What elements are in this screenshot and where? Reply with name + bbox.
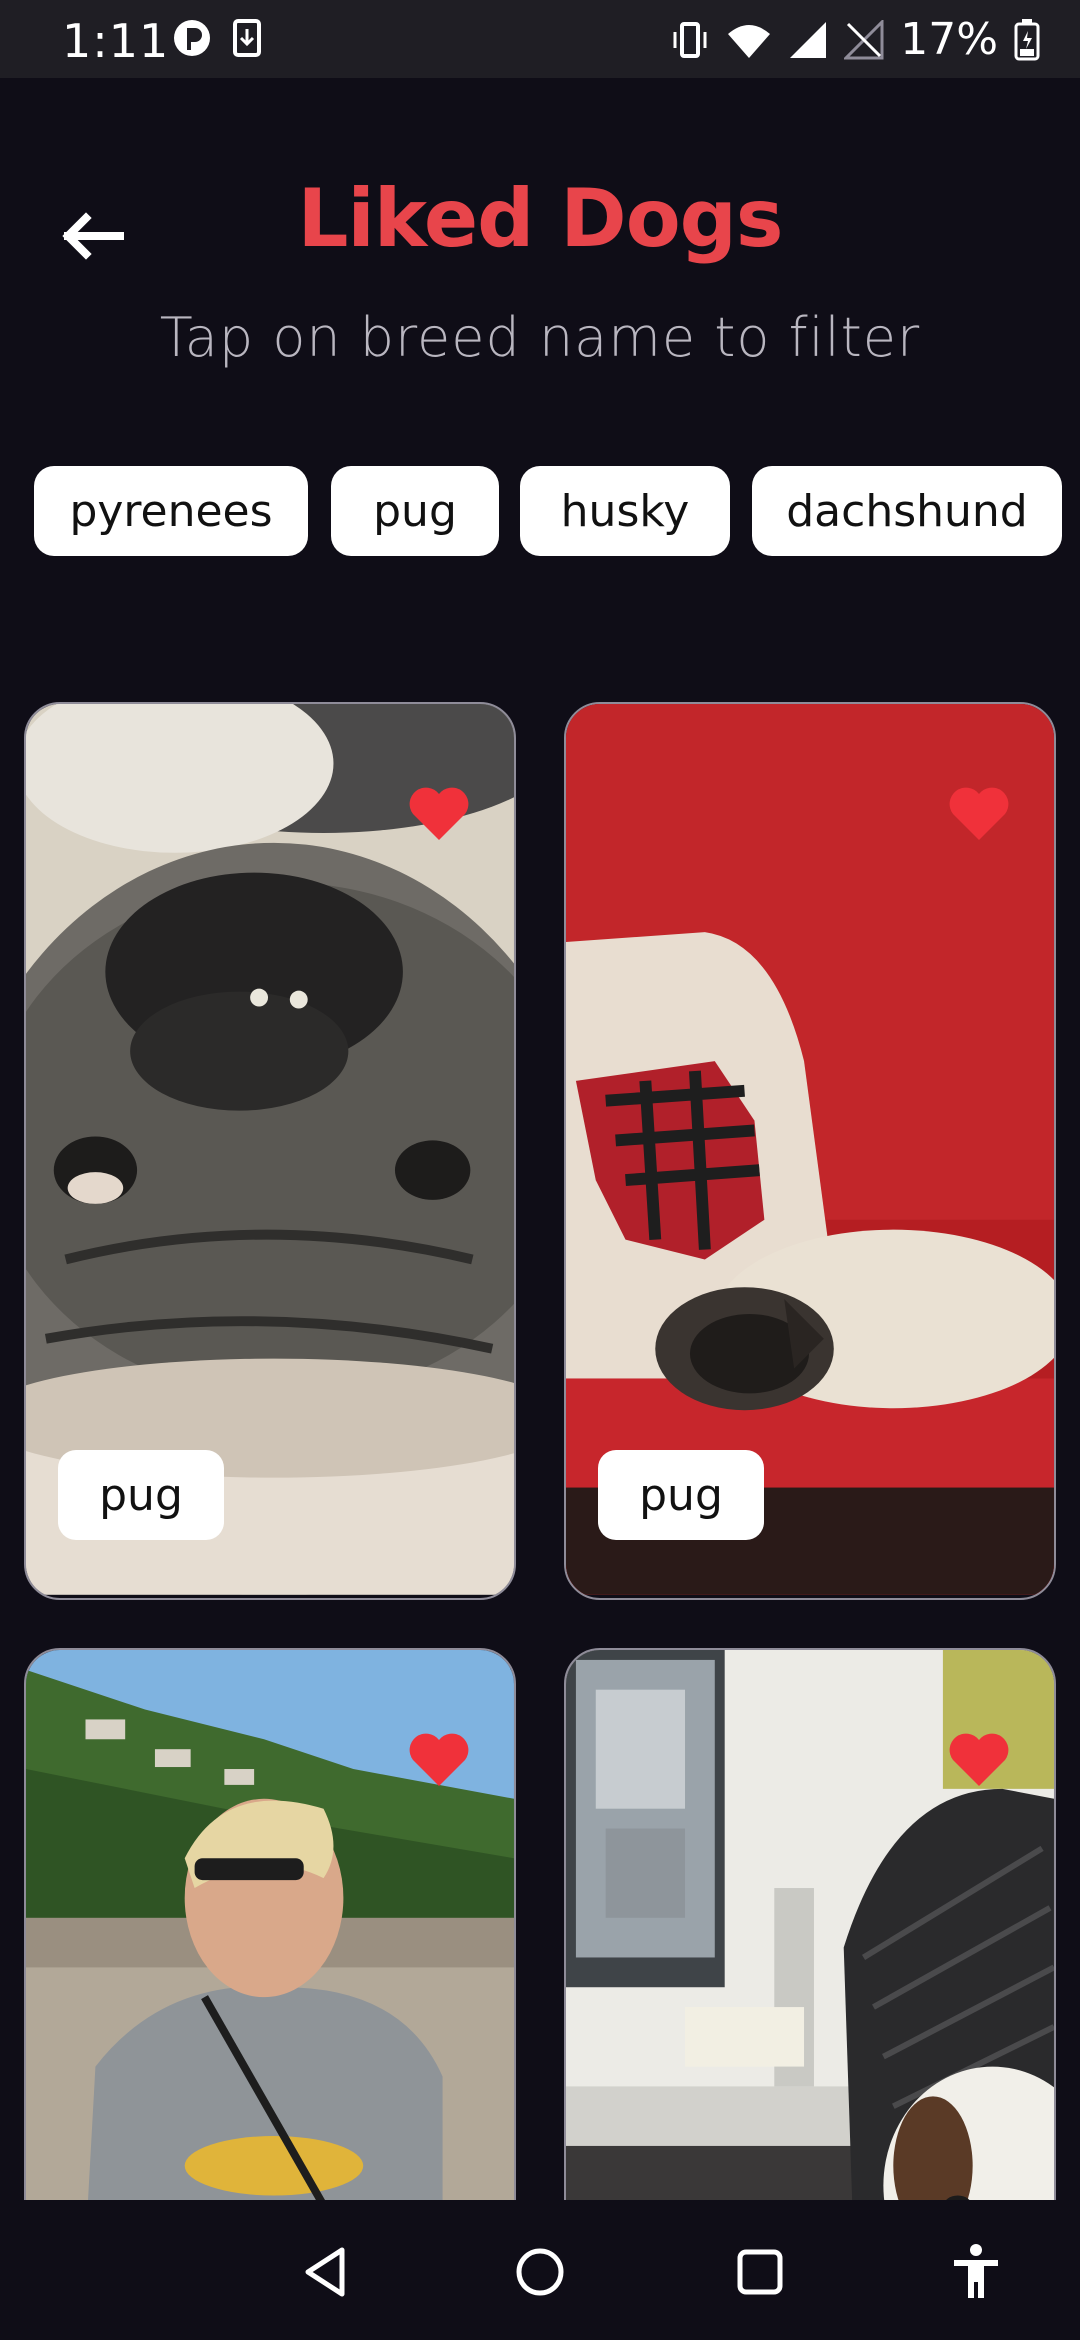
breed-filter-chips[interactable]: pyrenees pug husky dachshund	[34, 466, 1080, 556]
nav-home-icon[interactable]	[508, 2240, 572, 2304]
heart-icon[interactable]	[408, 786, 470, 842]
page-title: Liked Dogs	[297, 172, 783, 265]
wifi-icon	[728, 24, 771, 58]
card-breed-label[interactable]: pug	[598, 1450, 764, 1540]
nav-recents-icon[interactable]	[728, 2240, 792, 2304]
battery-icon	[1014, 18, 1040, 60]
heart-icon[interactable]	[948, 786, 1010, 842]
status-bar: 1:11 17%	[0, 0, 1080, 78]
filter-chip-dachshund[interactable]: dachshund	[752, 466, 1062, 556]
filter-chip-husky[interactable]: husky	[520, 466, 730, 556]
cell-signal-icon	[790, 21, 827, 58]
dog-card[interactable]	[24, 1648, 516, 2248]
accessibility-icon[interactable]	[944, 2240, 1008, 2304]
battery-percent: 17%	[900, 14, 998, 65]
status-time: 1:11	[62, 14, 170, 68]
dog-card[interactable]	[564, 1648, 1056, 2248]
vibrate-icon	[673, 21, 707, 58]
download-icon	[233, 19, 261, 57]
card-breed-label[interactable]: pug	[58, 1450, 224, 1540]
liked-dogs-screen: 1:11 17% Liked Dogs Tap on breed name to…	[0, 0, 1080, 2340]
app-notification-icon	[174, 20, 210, 56]
system-nav-bar	[0, 2200, 1080, 2340]
nav-back-icon[interactable]	[294, 2240, 358, 2304]
dog-card[interactable]: pug	[564, 702, 1056, 1600]
heart-icon[interactable]	[948, 1732, 1010, 1788]
filter-chip-pyrenees[interactable]: pyrenees	[34, 466, 308, 556]
page-subtitle: Tap on breed name to filter	[159, 306, 921, 369]
no-sim-icon	[844, 19, 884, 59]
dog-card[interactable]: pug	[24, 702, 516, 1600]
heart-icon[interactable]	[408, 1732, 470, 1788]
filter-chip-pug[interactable]: pug	[331, 466, 499, 556]
